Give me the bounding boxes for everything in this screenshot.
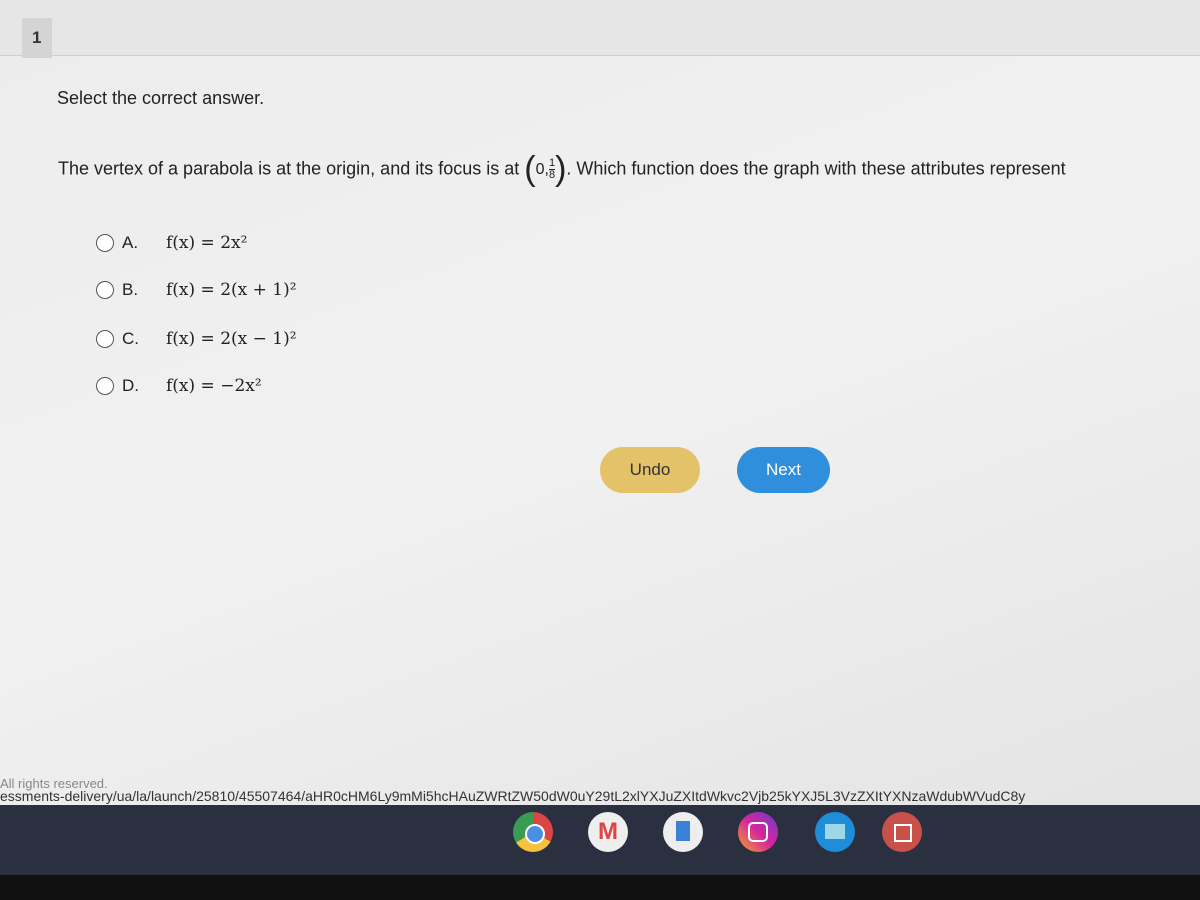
radio-c[interactable] (96, 330, 114, 348)
gmail-icon[interactable]: M (588, 812, 628, 852)
option-label: C. (122, 329, 139, 348)
point-x: 0 (535, 160, 545, 178)
option-c[interactable]: C. f(x) = 2(x − 1)² (96, 329, 297, 349)
radio-a[interactable] (96, 234, 114, 252)
focus-point: (0, 1 8) (524, 150, 567, 188)
option-formula: f(x) = 2(x + 1)² (166, 280, 297, 300)
option-formula: f(x) = −2x² (166, 376, 262, 396)
option-formula: f(x) = 2x² (166, 233, 248, 253)
instagram-icon[interactable] (738, 812, 778, 852)
option-d[interactable]: D. f(x) = −2x² (96, 376, 262, 396)
screen: 1 Select the correct answer. The vertex … (0, 0, 1200, 805)
option-label: D. (122, 376, 139, 395)
option-formula: f(x) = 2(x − 1)² (166, 329, 297, 349)
next-button[interactable]: Next (737, 447, 830, 493)
option-label: A. (122, 233, 139, 252)
option-a[interactable]: A. f(x) = 2x² (96, 233, 247, 253)
option-b[interactable]: B. f(x) = 2(x + 1)² (96, 280, 297, 300)
gallery-icon[interactable] (882, 812, 922, 852)
undo-button[interactable]: Undo (600, 447, 700, 493)
radio-d[interactable] (96, 377, 114, 395)
top-bar (0, 0, 1200, 56)
question-after: . Which function does the graph with the… (566, 158, 1066, 179)
question-number: 1 (22, 18, 52, 58)
radio-b[interactable] (96, 281, 114, 299)
docs-icon[interactable] (663, 812, 703, 852)
option-label: B. (122, 280, 139, 299)
files-icon[interactable] (815, 812, 855, 852)
question-before: The vertex of a parabola is at the origi… (58, 158, 520, 179)
instruction: Select the correct answer. (57, 88, 265, 108)
question-text: The vertex of a parabola is at the origi… (58, 150, 1066, 189)
chrome-icon[interactable] (513, 812, 553, 852)
status-url: essments-delivery/ua/la/launch/25810/455… (0, 788, 1026, 804)
